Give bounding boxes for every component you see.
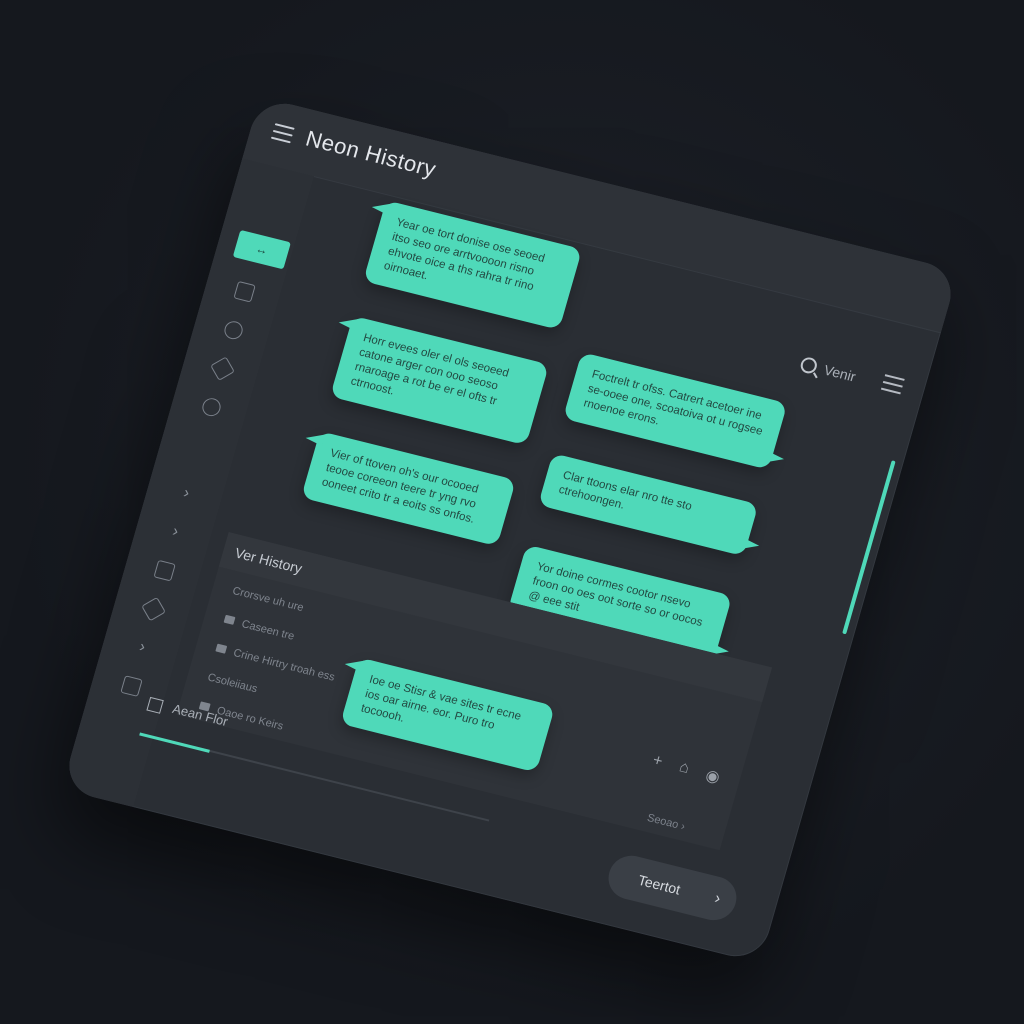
gallery-icon[interactable] — [120, 675, 143, 697]
history-row[interactable]: Csoleiiaus — [206, 672, 259, 696]
menu-icon[interactable] — [270, 123, 295, 144]
search-icon — [798, 355, 819, 376]
app-title: Neon History — [303, 125, 440, 182]
star-icon[interactable] — [141, 596, 166, 622]
image-icon[interactable] — [233, 280, 256, 303]
history-row[interactable]: Caseen tre — [223, 614, 296, 643]
bubble-text: Vier of ttoven oh's our ocooed teooe cor… — [320, 447, 480, 526]
folder-icon — [223, 614, 236, 625]
scrollbar[interactable] — [842, 460, 896, 635]
chat-bubble-outgoing: Foctrelt tr ofss. Catrert acetoer ine se… — [562, 352, 788, 470]
history-row-label: Crorsve uh ure — [231, 584, 305, 615]
history-row-label: Crine Hirtry troah ess — [231, 647, 337, 684]
info-icon[interactable]: ◉ — [703, 765, 722, 788]
send-label: Seoao — [645, 811, 680, 832]
search-button[interactable]: Venir — [798, 355, 858, 385]
options-menu-icon[interactable] — [880, 374, 905, 395]
home-icon[interactable] — [153, 559, 176, 582]
chevron-right-icon[interactable]: › — [170, 523, 181, 542]
plus-icon[interactable]: + — [650, 752, 665, 773]
bottom-field-label: Aean Flor — [170, 701, 230, 730]
folder-icon — [215, 643, 228, 654]
search-label: Venir — [822, 361, 858, 385]
stage: Neon History Venir ↔ › › › Year oe tort … — [0, 0, 1024, 1024]
send-link[interactable]: Seoao › — [646, 812, 687, 833]
app-window: Neon History Venir ↔ › › › Year oe tort … — [61, 96, 959, 964]
bubble-text: Foctrelt tr ofss. Catrert acetoer ine se… — [582, 368, 764, 438]
chat-bubble-outgoing: Clar ttoons elar nro tte sto ctrehoongen… — [537, 453, 759, 557]
home-icon[interactable]: ⌂ — [676, 758, 691, 780]
bubble-text: Horr evees oler el ols seoeed catone arg… — [349, 332, 511, 408]
history-row[interactable]: Crorsve uh ure — [231, 585, 305, 614]
next-button-label: Teertot — [636, 871, 683, 898]
history-row-label: Caseen tre — [240, 618, 296, 643]
chevron-right-icon: › — [712, 889, 723, 908]
top-bar: Neon History — [242, 96, 959, 334]
history-row-label: Csoleiiaus — [206, 671, 259, 696]
emoji-icon[interactable] — [222, 319, 245, 342]
star-icon[interactable] — [210, 356, 235, 381]
chat-bubble-incoming: Vier of ttoven oh's our ocooed teooe cor… — [300, 431, 517, 547]
panel-toolbar: + ⌂ ◉ — [650, 752, 722, 788]
chat-bubble-incoming: Horr evees oler el ols seoeed catone arg… — [329, 315, 550, 446]
next-button[interactable]: Teertot › — [603, 851, 742, 925]
home-icon — [146, 696, 164, 714]
sidebar-item-active[interactable]: ↔ — [232, 229, 291, 270]
chevron-right-icon[interactable]: › — [137, 638, 147, 657]
bubble-text: Clar ttoons elar nro tte sto ctrehoongen… — [557, 469, 694, 514]
chevron-right-icon[interactable]: › — [181, 484, 192, 503]
download-icon[interactable] — [200, 396, 223, 418]
